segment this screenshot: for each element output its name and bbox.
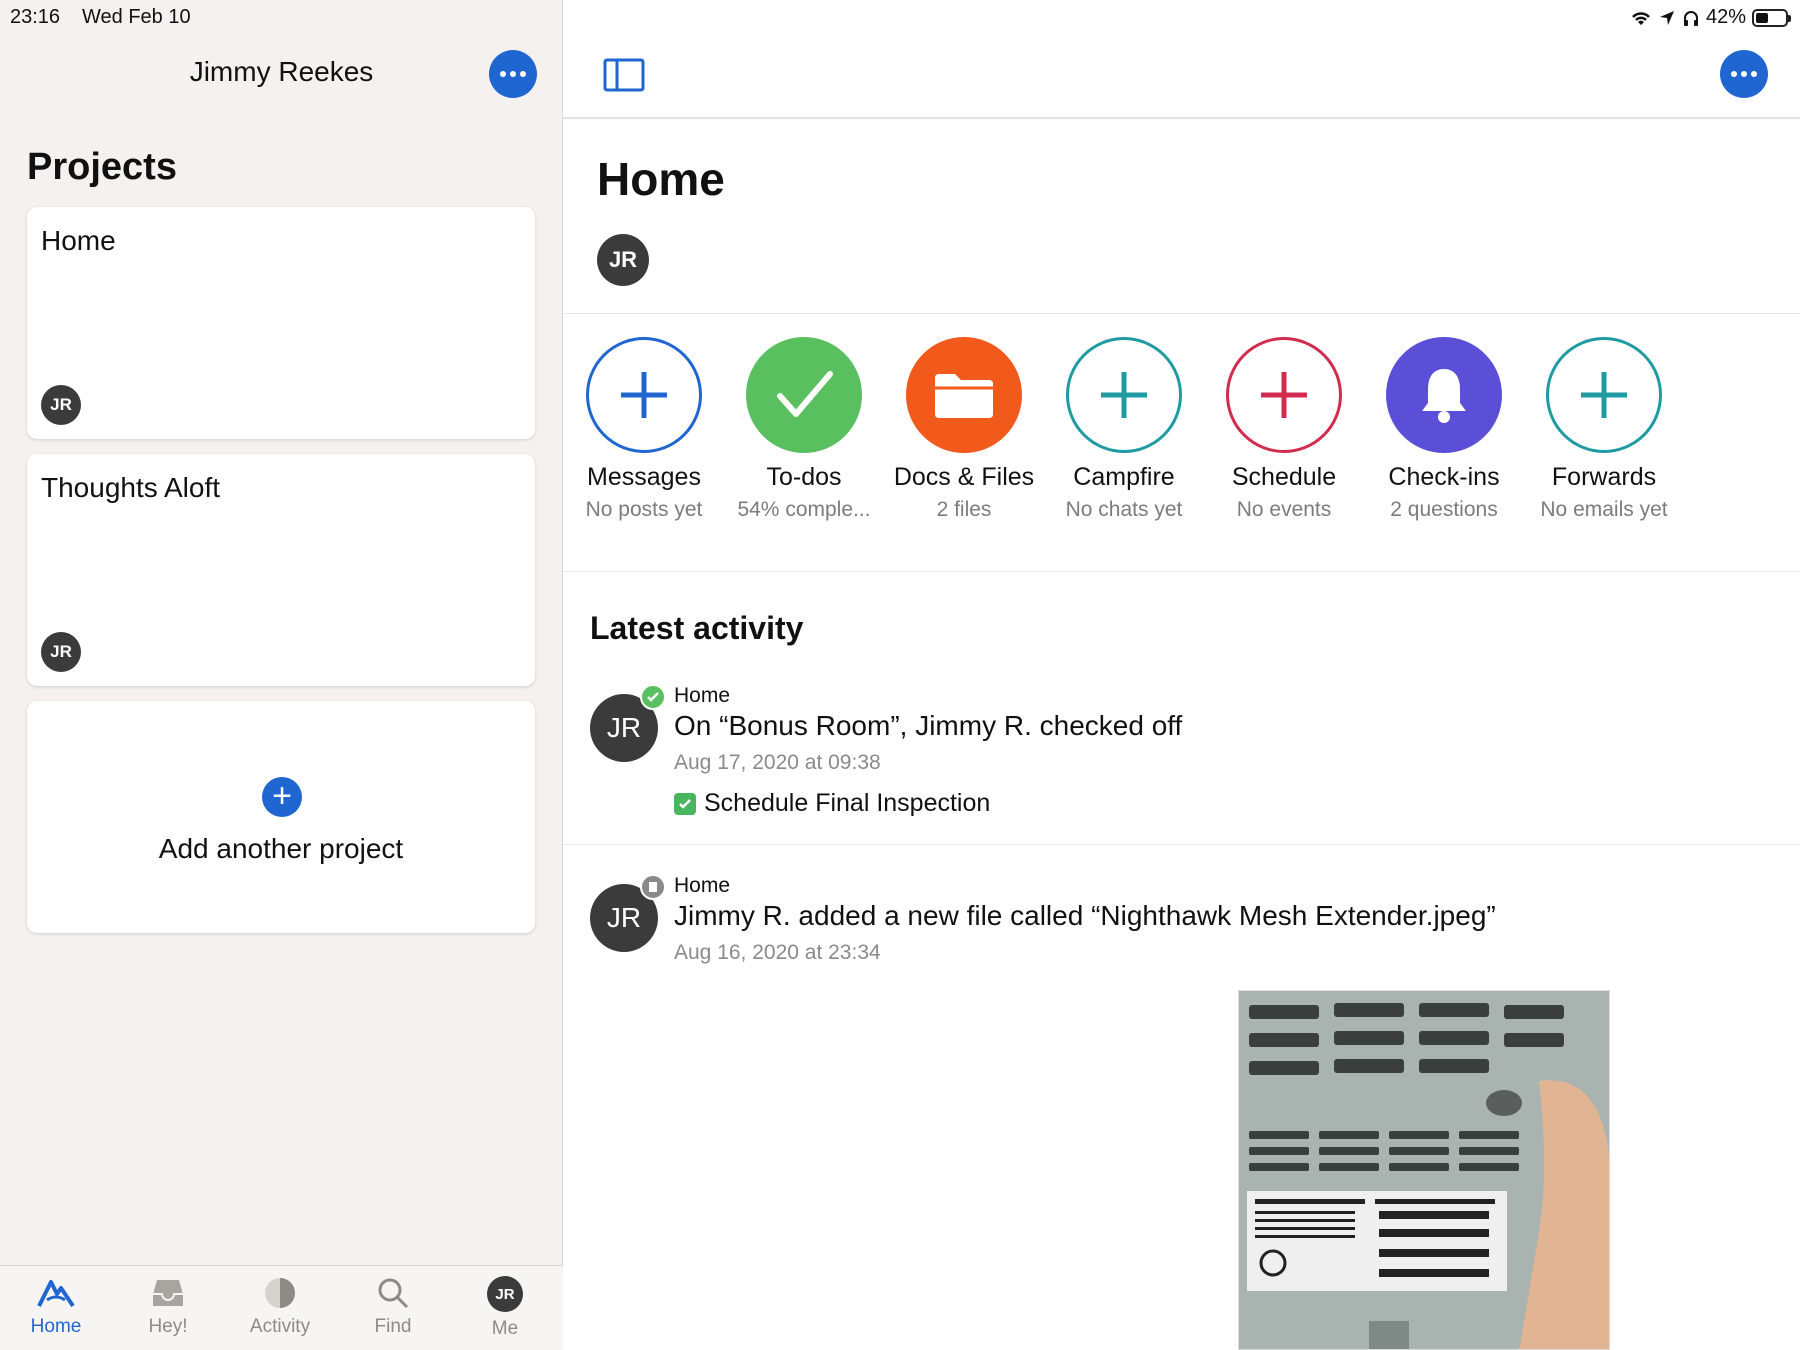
divider [563, 313, 1800, 314]
activity-project: Home [674, 684, 731, 707]
avatar: JR [487, 1276, 523, 1312]
activity-timestamp: Aug 16, 2020 at 23:34 [674, 941, 881, 964]
tool-docs-files[interactable]: Docs & Files 2 files [884, 337, 1044, 522]
tool-status: No emails yet [1540, 498, 1668, 521]
status-date: Wed Feb 10 [82, 6, 191, 28]
status-bar: 23:16 Wed Feb 10 42% [0, 0, 1800, 34]
status-time: 23:16 [10, 6, 61, 28]
tool-status: 54% comple... [737, 498, 871, 521]
divider [563, 571, 1800, 572]
avatar[interactable]: JR [597, 234, 649, 286]
sidebar: Jimmy Reekes Projects Home JR Thoughts A… [0, 0, 563, 1350]
file-badge-icon [640, 874, 666, 900]
bell-icon [1386, 337, 1502, 453]
inbox-icon [153, 1280, 183, 1306]
dot [520, 71, 526, 77]
todo-label: Schedule Final Inspection [704, 789, 991, 817]
dot [500, 71, 506, 77]
tool-status: No posts yet [585, 498, 703, 521]
activity-pie-icon [265, 1278, 295, 1308]
project-card-thoughts-aloft[interactable]: Thoughts Aloft JR [27, 454, 535, 686]
battery-percent: 42% [1705, 6, 1746, 28]
tool-status: 2 files [936, 498, 992, 521]
add-project-label: Add another project [158, 833, 404, 864]
tab-bar: Home Hey! Activity Find JR Me [0, 1265, 563, 1350]
dot [1751, 71, 1757, 77]
activity-item[interactable]: JR Home On “Bonus Room”, Jimmy R. checke… [590, 684, 1800, 817]
tool-name: Messages [587, 463, 701, 491]
status-right: 42% [1630, 6, 1791, 29]
plus-icon [586, 337, 702, 453]
tool-todos[interactable]: To-dos 54% comple... [724, 337, 884, 522]
tool-name: Forwards [1551, 463, 1657, 491]
home-mountain-icon [37, 1280, 75, 1308]
activity-headline: On “Bonus Room”, Jimmy R. checked off [674, 710, 1183, 741]
avatar: JR [41, 632, 81, 672]
tab-label: Activity [249, 1316, 311, 1337]
plus-icon [1066, 337, 1182, 453]
plus-icon: + [262, 777, 302, 817]
search-icon [378, 1278, 409, 1309]
tab-label: Find [374, 1316, 412, 1337]
check-badge-icon [640, 684, 666, 710]
sidebar-more-button[interactable] [489, 50, 537, 98]
tab-label: Hey! [148, 1316, 188, 1337]
tool-messages[interactable]: Messages No posts yet [564, 337, 724, 522]
battery-icon [1752, 8, 1791, 27]
tool-name: Schedule [1231, 463, 1337, 491]
tab-me[interactable]: JR Me [455, 1276, 555, 1340]
dot [1741, 71, 1747, 77]
check-icon [746, 337, 862, 453]
project-card-home[interactable]: Home JR [27, 207, 535, 439]
latest-activity-title: Latest activity [590, 610, 804, 646]
tool-name: Campfire [1073, 463, 1175, 491]
plus-icon [1226, 337, 1342, 453]
tool-campfire[interactable]: Campfire No chats yet [1044, 337, 1204, 522]
attached-image[interactable] [1238, 990, 1610, 1350]
checkbox-icon [674, 792, 696, 815]
tab-label: Home [30, 1316, 82, 1337]
sidebar-toggle-icon[interactable] [603, 58, 645, 92]
tab-find[interactable]: Find [343, 1276, 443, 1338]
activity-timestamp: Aug 17, 2020 at 09:38 [674, 751, 881, 774]
dot [1731, 71, 1737, 77]
tab-label: Me [491, 1318, 519, 1339]
project-card-name: Thoughts Aloft [41, 472, 221, 503]
activity-todo[interactable]: Schedule Final Inspection [674, 789, 990, 818]
add-project-card[interactable]: + Add another project [27, 701, 535, 933]
page-title: Home [597, 153, 725, 205]
project-card-name: Home [41, 225, 116, 256]
dot [510, 71, 516, 77]
projects-title: Projects [27, 146, 177, 188]
tool-status: No chats yet [1065, 498, 1183, 521]
tool-check-ins[interactable]: Check-ins 2 questions [1364, 337, 1524, 522]
folder-icon [906, 337, 1022, 453]
tool-status: 2 questions [1390, 498, 1498, 521]
activity-headline: Jimmy R. added a new file called “Nighth… [674, 900, 1496, 931]
tool-schedule[interactable]: Schedule No events [1204, 337, 1364, 522]
tab-home[interactable]: Home [6, 1276, 106, 1338]
tool-status: No events [1236, 498, 1332, 521]
project-more-button[interactable] [1720, 50, 1768, 98]
wifi-icon [1632, 11, 1650, 25]
divider [563, 844, 1800, 845]
activity-item[interactable]: JR Home Jimmy R. added a new file called… [590, 874, 1800, 984]
tool-name: Check-ins [1388, 463, 1500, 491]
tool-forwards[interactable]: Forwards No emails yet [1524, 337, 1684, 522]
location-icon [1659, 10, 1674, 25]
headphones-icon [1683, 10, 1698, 26]
tab-activity[interactable]: Activity [230, 1276, 330, 1338]
tab-hey[interactable]: Hey! [118, 1276, 218, 1338]
main-panel: Home JR Messages No posts yet To-dos 54%… [563, 0, 1800, 1350]
tool-name: Docs & Files [893, 463, 1035, 491]
tool-name: To-dos [766, 463, 842, 491]
avatar: JR [41, 385, 81, 425]
plus-icon [1546, 337, 1662, 453]
activity-project: Home [674, 874, 731, 897]
user-name: Jimmy Reekes [189, 56, 374, 87]
